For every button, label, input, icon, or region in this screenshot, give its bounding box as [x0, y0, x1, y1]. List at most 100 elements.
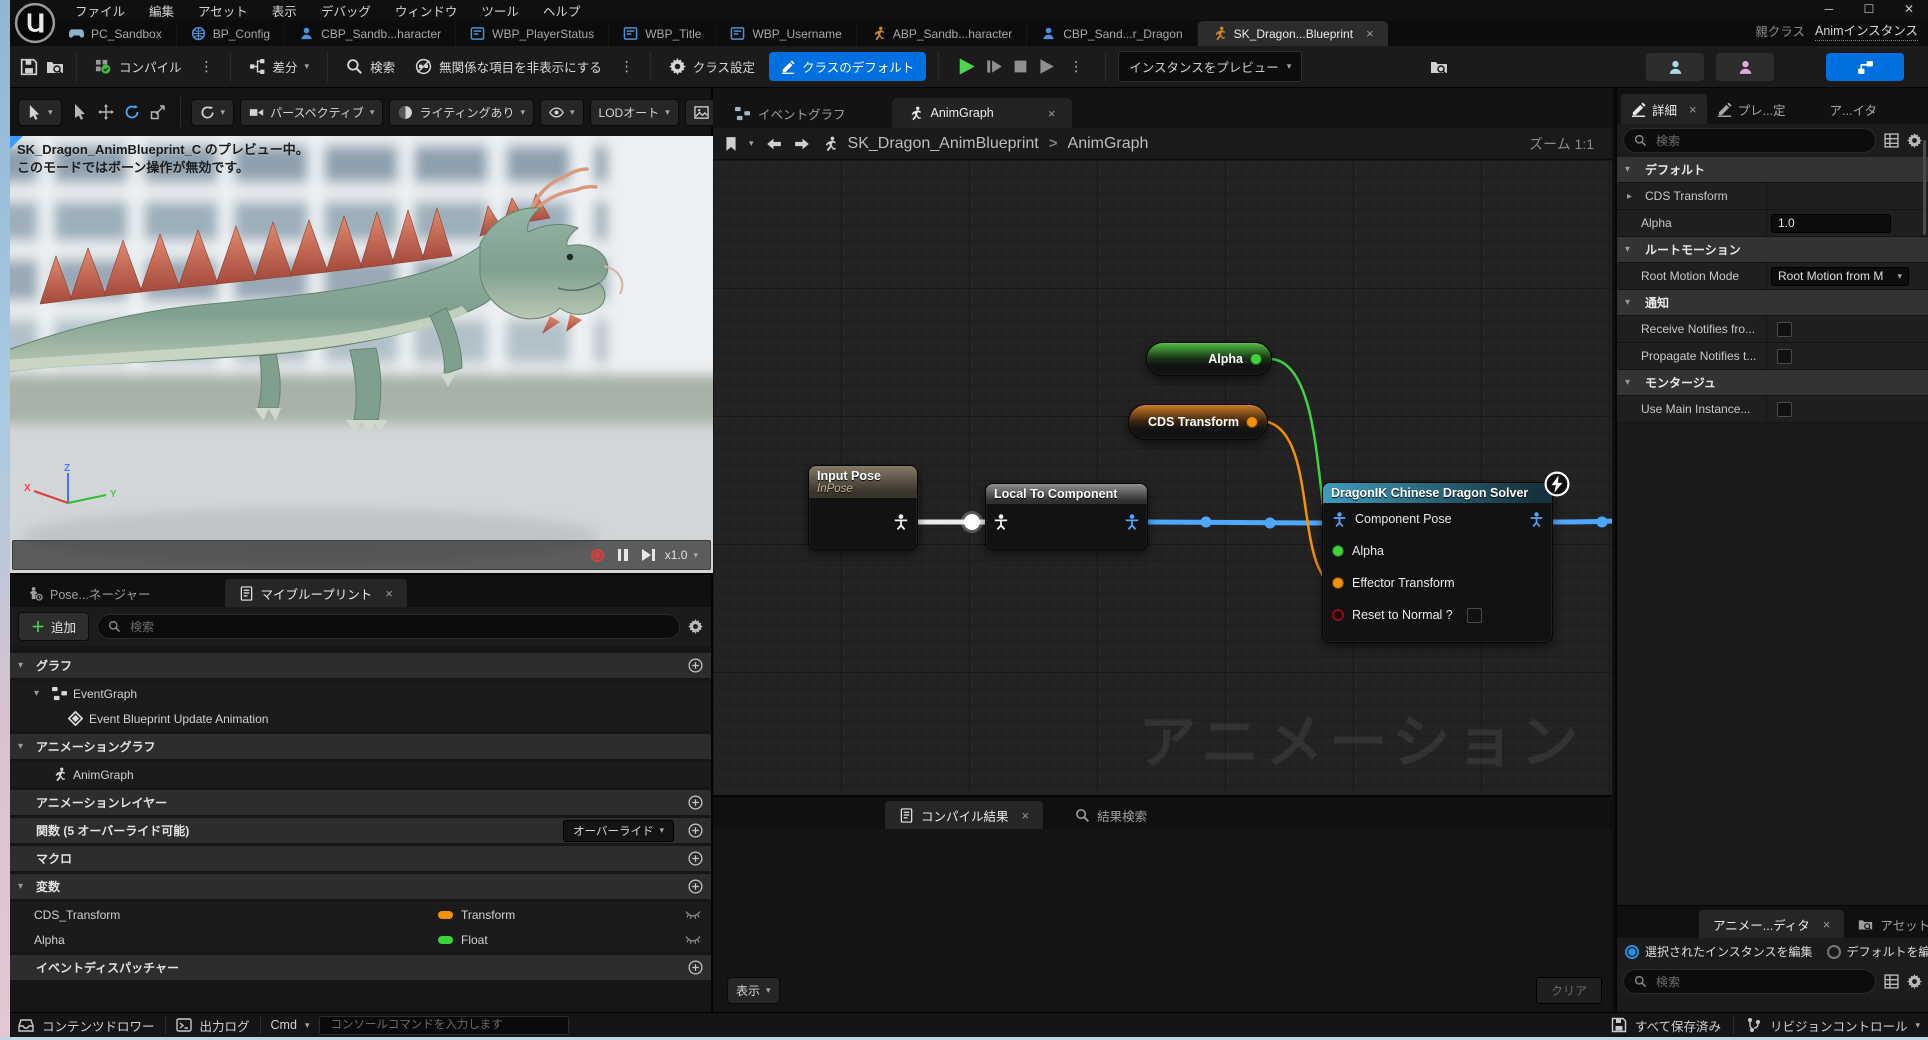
compile-options-kebab-icon[interactable]: ⋮	[196, 58, 218, 75]
expander-icon[interactable]: ▸	[1627, 191, 1639, 202]
back-arrow-icon[interactable]	[764, 136, 783, 152]
pose-output-pin-icon[interactable]	[1529, 512, 1544, 527]
save-status-button[interactable]: すべて保存済み	[1611, 1016, 1721, 1035]
perspective-menu-button[interactable]: パースペクティブ ▾	[240, 99, 383, 126]
mesh-mode-button[interactable]	[1716, 53, 1774, 81]
pose-output-pin[interactable]	[893, 514, 909, 530]
close-button[interactable]: ✕	[1896, 0, 1922, 16]
menu-item-デバッグ[interactable]: デバッグ	[311, 0, 381, 22]
simulate-play-icon[interactable]	[957, 57, 976, 76]
close-icon[interactable]: ×	[1048, 107, 1056, 120]
rotation-snap-button[interactable]: ▾	[191, 99, 235, 126]
gear-icon[interactable]	[1907, 974, 1922, 989]
close-icon[interactable]: ×	[1689, 103, 1697, 116]
parent-class-link[interactable]: Animインスタンス	[1815, 20, 1918, 41]
breadcrumb-current[interactable]: AnimGraph	[1068, 135, 1149, 153]
anim-preview-search-input[interactable]	[1654, 974, 1865, 990]
bp-section-アニメーションレイヤー[interactable]: アニメーションレイヤー	[10, 790, 711, 815]
play-options-kebab-icon[interactable]: ⋮	[1065, 58, 1087, 75]
frame-skip-icon[interactable]	[986, 58, 1003, 75]
asset-tab-SK_Dragon...Blueprint[interactable]: SK_Dragon...Blueprint×	[1198, 21, 1388, 46]
menu-item-ファイル[interactable]: ファイル	[65, 0, 135, 22]
content-drawer-button[interactable]: コンテンツドロワー	[18, 1016, 155, 1035]
tab-asset-browser[interactable]: アセットブラウザ	[1844, 910, 1928, 938]
node-dragonik-solver[interactable]: DragonIK Chinese Dragon Solver Component…	[1322, 482, 1553, 643]
step-forward-icon[interactable]	[642, 549, 651, 561]
minimize-button[interactable]: ─	[1816, 0, 1842, 16]
bp-item-Event Blueprint Update Animation[interactable]: Event Blueprint Update Animation	[10, 706, 711, 731]
cmd-dropdown[interactable]: Cmd ▾	[271, 1018, 310, 1032]
compile-button[interactable]: コンパイル	[89, 53, 188, 80]
play-icon[interactable]	[1038, 58, 1055, 75]
menu-item-ウィンドウ[interactable]: ウィンドウ	[385, 0, 468, 22]
clear-button[interactable]: クリア	[1536, 977, 1602, 1004]
anim-preview-search[interactable]	[1623, 969, 1876, 994]
show-filter-button[interactable]: 表示 ▾	[727, 977, 780, 1004]
close-icon[interactable]: ×	[1823, 918, 1831, 931]
revision-control-button[interactable]: リビジョンコントロール ▾	[1746, 1016, 1920, 1035]
pose-input-pin[interactable]	[993, 514, 1009, 530]
override-dropdown[interactable]: オーバーライド▾	[563, 820, 674, 842]
bp-section-変数[interactable]: ▾変数	[10, 874, 711, 899]
scale-icon[interactable]	[150, 104, 166, 120]
preview-scene[interactable]: SK_Dragon_AnimBlueprint_C のプレビュー中。 このモード…	[10, 136, 713, 573]
radio-edit-selected[interactable]	[1625, 945, 1639, 959]
tab-preview-settings[interactable]: プレ...定	[1707, 94, 1796, 124]
asset-tab-CBP_Sandb...haracter[interactable]: CBP_Sandb...haracter	[285, 21, 456, 46]
output-log-button[interactable]: 出力ログ	[176, 1016, 250, 1035]
details-section-ルートモーション[interactable]: ▾ルートモーション	[1617, 237, 1928, 263]
close-icon[interactable]: ×	[385, 587, 393, 600]
add-button[interactable]: ＋ 追加	[18, 612, 89, 641]
console-command-input[interactable]	[328, 1018, 560, 1032]
pin-Effector Transform[interactable]	[1332, 577, 1344, 589]
menu-item-アセット[interactable]: アセット	[188, 0, 258, 22]
menu-item-編集[interactable]: 編集	[139, 0, 184, 22]
playback-speed-dropdown[interactable]: x1.0 ▾	[665, 548, 698, 562]
details-section-モンタージュ[interactable]: ▾モンタージュ	[1617, 370, 1928, 396]
tab-my-blueprint[interactable]: マイブループリント ×	[225, 579, 407, 607]
bp-section-イベントディスパッチャー[interactable]: イベントディスパッチャー	[10, 955, 711, 980]
tab-details[interactable]: 詳細 ×	[1621, 94, 1707, 124]
my-blueprint-search[interactable]	[97, 614, 680, 639]
pin-Reset to Normal ?[interactable]	[1332, 609, 1344, 621]
record-icon[interactable]	[591, 549, 604, 562]
show-flags-button[interactable]: ▾	[540, 99, 584, 126]
tab-compile-results[interactable]: コンパイル結果 ×	[885, 801, 1043, 829]
bp-item-EventGraph[interactable]: ▾EventGraph	[10, 681, 711, 706]
details-section-通知[interactable]: ▾通知	[1617, 290, 1928, 316]
asset-tab-ABP_Sandb...haracter[interactable]: ABP_Sandb...haracter	[857, 21, 1027, 46]
transform-output-pin[interactable]	[1246, 416, 1258, 428]
bp-variable-CDS_Transform[interactable]: CDS_TransformTransform	[10, 902, 711, 927]
move-icon[interactable]	[98, 104, 114, 120]
asset-tab-WBP_PlayerStatus[interactable]: WBP_PlayerStatus	[456, 21, 609, 46]
property-value-input[interactable]: 1.0	[1771, 214, 1891, 233]
maximize-button[interactable]: ☐	[1856, 0, 1882, 16]
radio-edit-defaults[interactable]	[1827, 945, 1841, 959]
bp-section-アニメーショングラフ[interactable]: ▾アニメーショングラフ	[10, 734, 711, 759]
tab-pose-watch-manager[interactable]: Pose...ネージャー	[14, 579, 165, 607]
menu-item-表示[interactable]: 表示	[262, 0, 307, 22]
component-pose-output-pin[interactable]	[1124, 514, 1140, 530]
property-checkbox[interactable]	[1777, 402, 1792, 417]
skeleton-mode-button[interactable]	[1646, 53, 1704, 81]
node-alpha-getter[interactable]: Alpha	[1146, 342, 1272, 376]
details-scrollbar[interactable]	[1923, 140, 1926, 235]
grid-view-icon[interactable]	[1884, 133, 1899, 148]
tab-find-results[interactable]: 結果検索	[1061, 801, 1161, 829]
select-icon[interactable]	[72, 104, 88, 120]
node-input-pose[interactable]: Input Pose InPose	[808, 465, 918, 550]
paste-pose-icon[interactable]	[1430, 58, 1448, 76]
property-checkbox[interactable]	[1777, 349, 1792, 364]
pin-Alpha[interactable]	[1332, 545, 1344, 557]
tab-asset-editor[interactable]: ア...イタ	[1820, 94, 1887, 124]
tab-event-graph[interactable]: イベントグラフ	[719, 98, 862, 128]
asset-tab-BP_Config[interactable]: BP_Config	[177, 21, 285, 46]
asset-tab-PC_Sandbox[interactable]: PC_Sandbox	[55, 21, 177, 46]
console-command-field[interactable]	[319, 1016, 569, 1035]
class-defaults-button[interactable]: クラスのデフォルト	[769, 52, 926, 81]
tab-anim-graph[interactable]: AnimGraph ×	[892, 98, 1072, 128]
hide-unrelated-button[interactable]: 無関係な項目を非表示にする	[409, 53, 608, 80]
bp-section-グラフ[interactable]: ▾グラフ	[10, 653, 711, 678]
bookmark-icon[interactable]	[723, 136, 739, 152]
asset-tab-WBP_Username[interactable]: WBP_Username	[716, 21, 856, 46]
